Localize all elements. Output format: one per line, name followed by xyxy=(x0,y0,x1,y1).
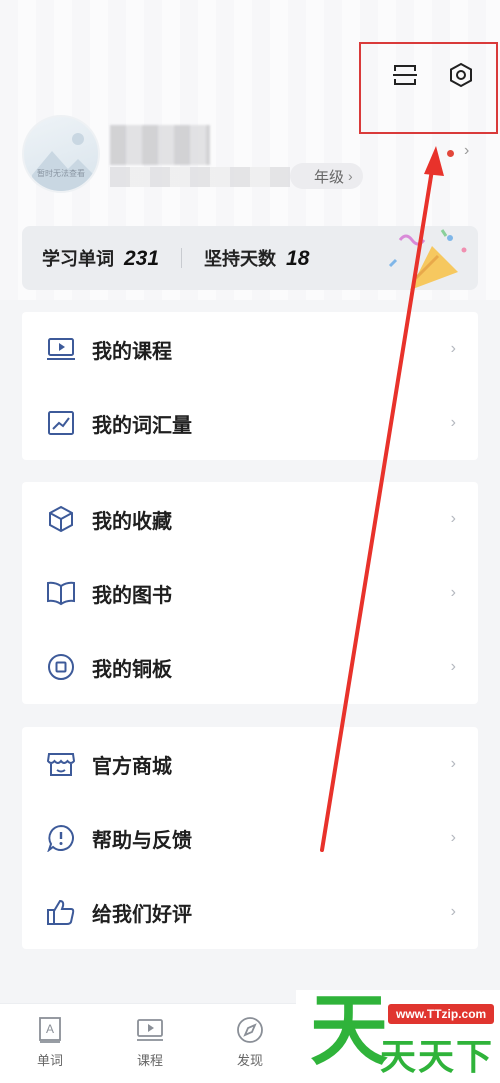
tab-discover[interactable]: 发现 xyxy=(200,1004,300,1083)
menu-item-label: 我的收藏 xyxy=(92,510,172,533)
course-icon xyxy=(44,332,78,366)
grade-badge[interactable]: 年级 › xyxy=(290,163,363,189)
profile-header[interactable]: 暂时无法查看 年级 › › xyxy=(22,115,482,195)
stat-days: 坚持天数 18 xyxy=(204,245,309,271)
coin-icon xyxy=(44,650,78,684)
chevron-right-icon: › xyxy=(348,168,353,184)
chart-icon xyxy=(44,406,78,440)
tab-label: 单词 xyxy=(36,1053,63,1068)
menu-item-label: 官方商城 xyxy=(92,755,172,778)
top-toolbar xyxy=(390,60,476,90)
tab-label: 课程 xyxy=(136,1053,163,1068)
menu-item-rate-us[interactable]: 给我们好评 › xyxy=(22,875,478,949)
menu-item-my-favorites[interactable]: 我的收藏 › xyxy=(22,482,478,556)
username-blurred xyxy=(110,125,210,165)
chevron-right-icon: › xyxy=(450,340,456,357)
notification-dot xyxy=(447,150,454,157)
chevron-right-icon: › xyxy=(450,658,456,675)
chevron-right-icon: › xyxy=(450,829,456,846)
video-icon xyxy=(137,1019,163,1041)
chevron-right-icon: › xyxy=(450,414,456,431)
chevron-right-icon: › xyxy=(450,755,456,772)
stat-words: 学习单词 231 xyxy=(42,245,159,271)
learning-stats: 学习单词 231 坚持天数 18 xyxy=(22,226,478,290)
tab-courses[interactable]: 课程 xyxy=(100,1004,200,1083)
site-watermark: 天 www.TTzip.com 天天下载 xyxy=(296,990,500,1083)
chevron-right-icon[interactable]: › xyxy=(464,142,469,160)
menu-item-my-vocabulary[interactable]: 我的词汇量 › xyxy=(22,386,478,460)
help-icon xyxy=(44,821,78,855)
word-icon: A xyxy=(39,1017,61,1043)
scan-icon[interactable] xyxy=(390,60,420,90)
chevron-right-icon: › xyxy=(450,510,456,527)
book-icon xyxy=(44,576,78,610)
chevron-right-icon: › xyxy=(450,584,456,601)
menu-item-my-courses[interactable]: 我的课程 › xyxy=(22,312,478,386)
menu-card-1: 我的课程 › 我的词汇量 › xyxy=(22,312,478,460)
svg-text:A: A xyxy=(46,1022,54,1036)
user-info-blurred xyxy=(110,167,290,187)
menu-item-label: 我的铜板 xyxy=(92,658,172,681)
menu-item-label: 我的课程 xyxy=(92,340,172,363)
watermark-logo-char: 天 xyxy=(310,986,389,1076)
settings-icon[interactable] xyxy=(446,60,476,90)
menu-item-official-store[interactable]: 官方商城 › xyxy=(22,727,478,801)
menu-item-label: 我的图书 xyxy=(92,584,172,607)
menu-item-my-books[interactable]: 我的图书 › xyxy=(22,556,478,630)
tab-words[interactable]: A 单词 xyxy=(0,1004,100,1083)
menu-item-label: 给我们好评 xyxy=(92,903,192,926)
avatar-caption: 暂时无法查看 xyxy=(37,169,85,178)
menu-item-label: 帮助与反馈 xyxy=(92,829,192,852)
thumbs-up-icon xyxy=(44,895,78,929)
compass-icon xyxy=(237,1017,263,1043)
stat-days-label: 坚持天数 xyxy=(204,249,277,269)
menu-item-help-feedback[interactable]: 帮助与反馈 › xyxy=(22,801,478,875)
stat-words-label: 学习单词 xyxy=(42,249,114,269)
cube-icon xyxy=(44,502,78,536)
chevron-right-icon: › xyxy=(450,903,456,920)
divider xyxy=(181,248,183,268)
watermark-url: www.TTzip.com xyxy=(388,1004,495,1024)
party-popper-icon xyxy=(388,229,467,290)
menu-card-3: 官方商城 › 帮助与反馈 › 给我们好评 › xyxy=(22,727,478,949)
avatar-placeholder-icon xyxy=(32,133,96,191)
menu-item-label: 我的词汇量 xyxy=(92,414,192,437)
menu-card-2: 我的收藏 › 我的图书 › 我的铜板 › xyxy=(22,482,478,704)
stat-words-value: 231 xyxy=(124,247,160,270)
tab-label: 发现 xyxy=(236,1053,263,1068)
menu-item-my-coins[interactable]: 我的铜板 › xyxy=(22,630,478,704)
grade-label: 年级 xyxy=(314,168,345,186)
stat-days-value: 18 xyxy=(286,247,310,270)
store-icon xyxy=(44,747,78,781)
avatar[interactable]: 暂时无法查看 xyxy=(22,115,100,193)
watermark-text: 天天下载 xyxy=(380,1036,495,1077)
